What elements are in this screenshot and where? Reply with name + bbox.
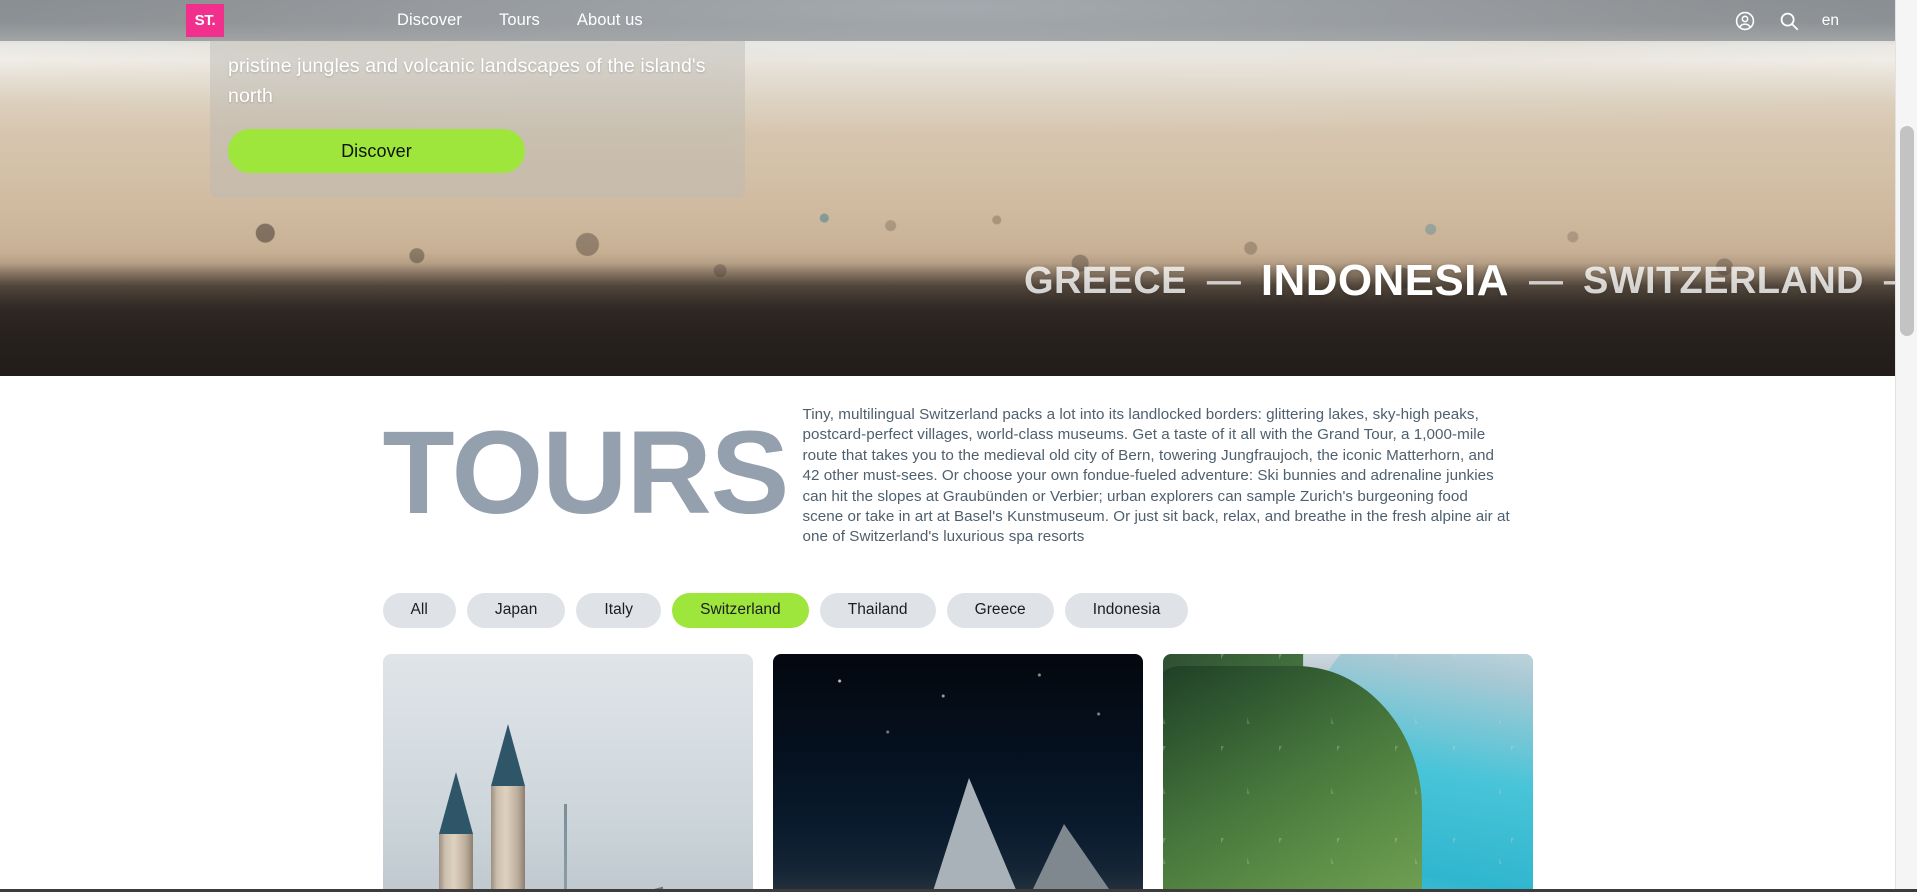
- carousel-item-greece[interactable]: GREECE: [1024, 262, 1187, 300]
- navbar: ST. Discover Tours About us en: [0, 0, 1895, 41]
- user-circle-icon[interactable]: [1734, 10, 1756, 32]
- nav-link-discover[interactable]: Discover: [397, 11, 462, 30]
- filter-pill-switzerland[interactable]: Switzerland: [672, 592, 809, 628]
- hero-overlay-card: pristine jungles and volcanic landscapes…: [210, 41, 745, 198]
- carousel-separator: —: [1884, 264, 1895, 298]
- hero-overlay-text: pristine jungles and volcanic landscapes…: [228, 55, 706, 107]
- filter-pill-indonesia[interactable]: Indonesia: [1064, 592, 1189, 628]
- tours-header: TOURS Tiny, multilingual Switzerland pac…: [383, 376, 1513, 548]
- page-title: TOURS: [382, 407, 790, 539]
- carousel-separator: —: [1528, 262, 1563, 300]
- carousel-separator: —: [1206, 262, 1241, 300]
- logo-text: ST.: [194, 12, 216, 29]
- nav-link-about-us[interactable]: About us: [577, 11, 643, 30]
- language-selector[interactable]: en: [1822, 12, 1839, 30]
- carousel-item-switzerland[interactable]: SWITZERLAND: [1583, 262, 1864, 300]
- page-root: ST. Discover Tours About us en pristine …: [0, 0, 1917, 892]
- country-carousel[interactable]: GREECE — INDONESIA — SWITZERLAND — ITALY: [0, 250, 1895, 312]
- search-icon[interactable]: [1778, 10, 1800, 32]
- lake-brienz-aerial-image: [1162, 653, 1533, 892]
- nav-links: Discover Tours About us: [397, 0, 643, 41]
- nav-link-tours[interactable]: Tours: [499, 11, 540, 30]
- country-filter-bar: All Japan Italy Switzerland Thailand Gre…: [382, 548, 1513, 628]
- nav-right-group: en: [1734, 0, 1839, 41]
- filter-pill-greece[interactable]: Greece: [946, 592, 1054, 628]
- matterhorn-night-peak-image: [772, 653, 1143, 892]
- site-logo[interactable]: ST.: [186, 4, 224, 37]
- tour-card[interactable]: [772, 653, 1143, 892]
- vertical-scrollbar-thumb[interactable]: [1900, 126, 1914, 336]
- filter-pill-italy[interactable]: Italy: [576, 592, 662, 628]
- tour-card[interactable]: [382, 653, 753, 892]
- filter-pill-japan[interactable]: Japan: [466, 592, 566, 628]
- hero-discover-button[interactable]: Discover: [228, 129, 525, 173]
- hero-section: ST. Discover Tours About us en pristine …: [0, 0, 1895, 376]
- tour-card-grid: [382, 628, 1533, 892]
- tour-card[interactable]: [1162, 653, 1533, 892]
- zurich-grossmunster-towers-image: [382, 653, 753, 892]
- tours-description: Tiny, multilingual Switzerland packs a l…: [802, 406, 1510, 546]
- vertical-scrollbar[interactable]: [1895, 0, 1917, 892]
- filter-pill-all[interactable]: All: [382, 592, 456, 628]
- main-content: TOURS Tiny, multilingual Switzerland pac…: [0, 376, 1895, 892]
- carousel-item-indonesia[interactable]: INDONESIA: [1261, 259, 1509, 303]
- filter-pill-thailand[interactable]: Thailand: [819, 592, 936, 628]
